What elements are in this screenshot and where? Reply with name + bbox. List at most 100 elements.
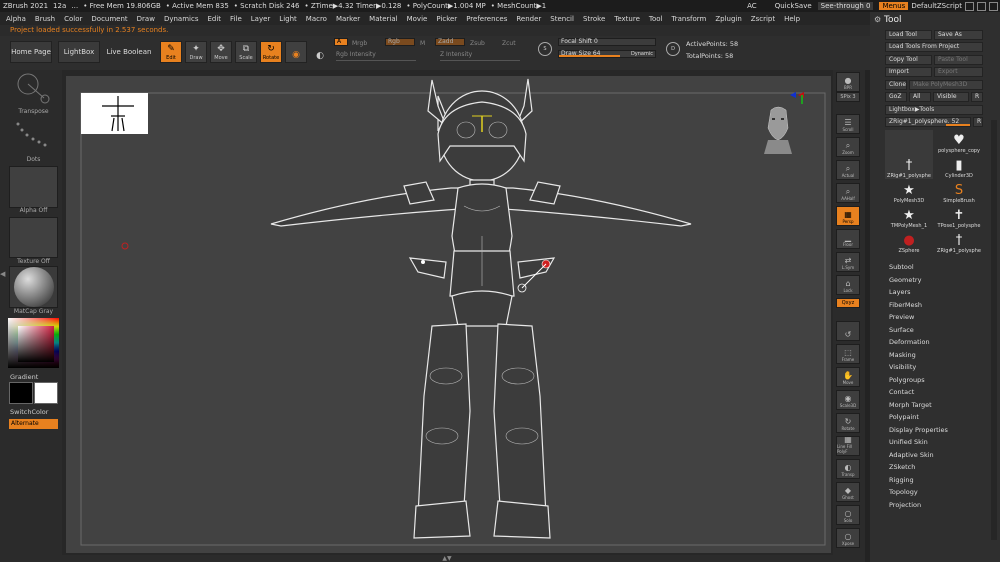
save-as-button[interactable]: Save As [934, 30, 983, 40]
rgb-intensity-slider[interactable] [336, 60, 416, 61]
lightbox-tools-button[interactable]: Lightbox▶Tools [885, 105, 983, 115]
model-viewport[interactable] [66, 76, 831, 553]
subpalette-contact[interactable]: Contact [889, 388, 914, 396]
transpose-icon[interactable] [14, 70, 50, 106]
switchcolor-label[interactable]: SwitchColor [10, 408, 48, 416]
texture-thumbnail[interactable] [9, 217, 58, 258]
dots-stroke-icon[interactable] [12, 118, 52, 154]
floor-button[interactable]: ▁ Floor [836, 229, 860, 249]
dynamic-label[interactable]: Dynamic [631, 51, 653, 57]
rgb-toggle[interactable]: Rgb [385, 38, 415, 46]
subpalette-surface[interactable]: Surface [889, 326, 914, 334]
draw-mode-button[interactable]: ✦ Draw [185, 41, 207, 63]
qxyz-button[interactable]: Qxyz [836, 298, 860, 308]
persp-button[interactable]: ▦ Persp [836, 206, 860, 226]
tool-thumbnail[interactable]: ▮ Cylinder3D [935, 155, 983, 180]
alternate-button[interactable]: Alternate [9, 419, 58, 429]
quicksave-button[interactable]: QuickSave [775, 2, 812, 10]
menu-zscript[interactable]: Zscript [751, 15, 775, 23]
material-thumbnail[interactable] [9, 266, 58, 308]
stroke-s-icon[interactable]: S [538, 42, 552, 56]
tool-thumbnail[interactable]: ● ZSphere [885, 230, 933, 255]
menu-marker[interactable]: Marker [336, 15, 360, 23]
subpalette-fibermesh[interactable]: FiberMesh [889, 301, 922, 309]
left-tray-collapse-icon[interactable]: ◀ [0, 270, 6, 290]
ghost-button[interactable]: ◆ Ghost [836, 482, 860, 502]
default-zscript-button[interactable]: DefaultZScript [911, 2, 962, 10]
axis-rotate-button[interactable]: ↺ [836, 321, 860, 341]
a-toggle[interactable]: A [334, 38, 348, 46]
subpalette-unified-skin[interactable]: Unified Skin [889, 438, 928, 446]
lightbox-button[interactable]: LightBox [58, 41, 100, 63]
menu-edit[interactable]: Edit [207, 15, 221, 23]
make-polymesh-button[interactable]: Make PolyMesh3D [909, 80, 983, 90]
menu-zplugin[interactable]: Zplugin [715, 15, 741, 23]
menu-layer[interactable]: Layer [251, 15, 271, 23]
load-tools-from-project-button[interactable]: Load Tools From Project [885, 42, 983, 52]
menu-movie[interactable]: Movie [407, 15, 428, 23]
subpalette-topology[interactable]: Topology [889, 488, 918, 496]
menu-color[interactable]: Color [64, 15, 82, 23]
menu-dynamics[interactable]: Dynamics [164, 15, 199, 23]
menu-light[interactable]: Light [279, 15, 296, 23]
subpalette-masking[interactable]: Masking [889, 351, 916, 359]
menu-brush[interactable]: Brush [35, 15, 55, 23]
mrgb-toggle[interactable]: Mrgb [352, 40, 367, 47]
zoom-button[interactable]: ⌕ Zoom [836, 137, 860, 157]
dynamic-d-icon[interactable]: D [666, 42, 680, 56]
rotate-button[interactable]: ↻ Rotate [836, 413, 860, 433]
goz-all-button[interactable]: All [909, 92, 931, 102]
lock-button[interactable]: ⌂ Lock [836, 275, 860, 295]
subpalette-visibility[interactable]: Visibility [889, 363, 916, 371]
bpr-button[interactable]: ● BPR [836, 72, 860, 92]
bottom-tray-collapse-icon[interactable]: ▲▼ [437, 555, 457, 562]
primary-color-swatch[interactable] [9, 382, 33, 404]
goz-button[interactable]: GoZ [885, 92, 907, 102]
menu-alpha[interactable]: Alpha [6, 15, 26, 23]
transp-button[interactable]: ◐ Transp [836, 459, 860, 479]
aahalf-button[interactable]: ⌕ AAHalf [836, 183, 860, 203]
menu-stroke[interactable]: Stroke [583, 15, 605, 23]
menu-render[interactable]: Render [516, 15, 541, 23]
tool-thumbnail[interactable]: † ZRig#1_polysphe [885, 130, 933, 179]
help-icon[interactable] [965, 1, 974, 11]
m-toggle[interactable]: M [420, 40, 425, 47]
subpalette-projection[interactable]: Projection [889, 501, 921, 509]
zcut-toggle[interactable]: Zcut [502, 40, 516, 47]
paste-tool-button[interactable]: Paste Tool [934, 55, 983, 65]
z-intensity-slider[interactable] [440, 60, 520, 61]
subpalette-zsketch[interactable]: ZSketch [889, 463, 915, 471]
edit-mode-button[interactable]: ✎ Edit [160, 41, 182, 63]
xpose-button[interactable]: ○ Xpose [836, 528, 860, 548]
gear-icon[interactable]: ⚙ [874, 12, 881, 28]
home-page-button[interactable]: Home Page [10, 41, 52, 63]
tool-thumbnail[interactable]: S SimpleBrush [935, 180, 983, 205]
sculptris-button[interactable]: ◐ [309, 41, 331, 63]
menu-draw[interactable]: Draw [137, 15, 155, 23]
zadd-toggle[interactable]: Zadd [435, 38, 465, 46]
rotate-mode-button[interactable]: ↻ Rotate [260, 41, 282, 63]
l-sym-button[interactable]: ⇄ L.Sym [836, 252, 860, 272]
clone-button[interactable]: Clone [885, 80, 907, 90]
subpalette-preview[interactable]: Preview [889, 313, 914, 321]
move-button[interactable]: ✋ Move [836, 367, 860, 387]
live-boolean-button[interactable]: Live Boolean [106, 41, 152, 63]
material-sphere-button[interactable]: ◉ [285, 41, 307, 63]
window-icon[interactable] [989, 1, 998, 11]
subpalette-polygroups[interactable]: Polygroups [889, 376, 925, 384]
gradient-label[interactable]: Gradient [10, 373, 38, 381]
menu-texture[interactable]: Texture [614, 15, 640, 23]
zsub-toggle[interactable]: Zsub [470, 40, 485, 47]
menu-stencil[interactable]: Stencil [550, 15, 574, 23]
secondary-color-swatch[interactable] [34, 382, 58, 404]
tool-palette-title[interactable]: ⚙ Tool [870, 12, 1000, 28]
menu-file[interactable]: File [230, 15, 242, 23]
subpalette-display-properties[interactable]: Display Properties [889, 426, 948, 434]
document-canvas[interactable] [66, 76, 831, 553]
tool-thumbnail[interactable]: ★ PolyMesh3D [885, 180, 933, 205]
tool-thumbnail[interactable]: ✝ TPose1_polysphe [935, 205, 983, 230]
goz-r-button[interactable]: R [971, 92, 983, 102]
scroll-button[interactable]: ☰ Scroll [836, 114, 860, 134]
subpalette-morph-target[interactable]: Morph Target [889, 401, 932, 409]
current-tool-r-button[interactable]: R [973, 117, 983, 127]
